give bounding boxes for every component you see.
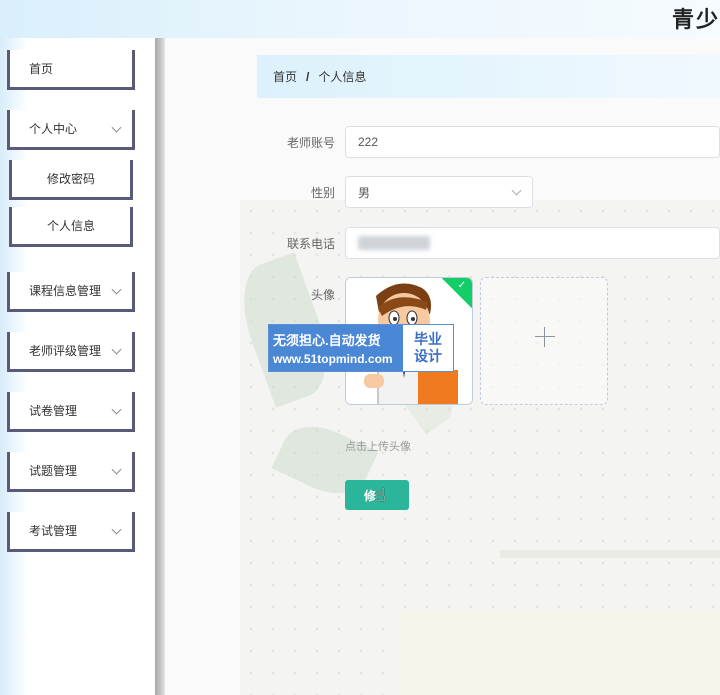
sidebar-item-course-management[interactable]: 课程信息管理 [7,272,135,312]
background-decoration [228,200,720,695]
chevron-down-icon [111,344,122,355]
chevron-down-icon [511,185,522,196]
watermark-badge-line1: 毕业 [414,331,442,347]
sidebar-item-label: 修改密码 [46,172,95,186]
phone-label: 联系电话 [286,237,335,251]
sidebar-subitem-personal-info[interactable]: 个人信息 [9,207,133,247]
chevron-down-icon [111,284,122,295]
account-field[interactable]: 222 [345,126,720,158]
account-label: 老师账号 [286,136,335,150]
breadcrumb-separator: / [306,69,310,84]
watermark: 无须担心.自动发货 www.51topmind.com 毕业 设计 [268,324,454,372]
watermark-line1: 无须担心.自动发货 [273,333,381,348]
sidebar-item-label: 首页 [29,62,54,76]
top-bar: 青少 [0,0,720,38]
upload-hint: 点击上传头像 [345,441,411,453]
table-decoration [400,610,720,695]
chevron-down-icon [111,122,122,133]
app-title: 青少 [671,7,720,32]
phone-field[interactable] [345,227,720,259]
sidebar-item-label: 个人中心 [29,122,78,136]
watermark-text: 无须担心.自动发货 www.51topmind.com [269,325,403,371]
sidebar-scrollbar[interactable] [155,38,165,695]
hand-cursor-icon: ☝ [375,485,386,505]
watermark-line2: www.51topmind.com [273,352,393,366]
sidebar-item-teacher-rating[interactable]: 老师评级管理 [7,332,135,372]
watermark-badge-line2: 设计 [414,348,442,364]
sidebar-item-label: 课程信息管理 [29,284,102,298]
phone-value-redacted [358,236,430,250]
gender-value: 男 [358,185,371,200]
sidebar: 首页 个人中心 修改密码 个人信息 课程信息管理 老师评级管理 试卷管理 试题管… [0,38,155,695]
sidebar-item-label: 个人信息 [46,219,95,233]
chevron-down-icon [111,524,122,535]
sidebar-item-home[interactable]: 首页 [7,50,135,90]
chevron-down-icon [111,404,122,415]
account-value: 222 [358,135,379,149]
watermark-badge: 毕业 设计 [403,325,453,371]
sidebar-item-exam-management[interactable]: 考试管理 [7,512,135,552]
sidebar-item-label: 试卷管理 [29,404,78,418]
plus-icon-vertical [544,327,545,347]
breadcrumb-current: 个人信息 [318,70,367,84]
sidebar-subitem-change-password[interactable]: 修改密码 [9,160,133,200]
breadcrumb: 首页 / 个人信息 [257,55,720,98]
plus-icon [535,336,555,337]
sidebar-item-label: 考试管理 [29,524,78,538]
sidebar-item-question-management[interactable]: 试题管理 [7,452,135,492]
avatar-label: 头像 [310,288,335,302]
gender-select[interactable]: 男 [345,176,533,208]
sidebar-item-personal-center[interactable]: 个人中心 [7,110,135,150]
chevron-down-icon [111,464,122,475]
sidebar-item-exam-paper[interactable]: 试卷管理 [7,392,135,432]
check-icon: ✓ [457,280,466,291]
breadcrumb-home[interactable]: 首页 [273,68,297,85]
sidebar-item-label: 老师评级管理 [29,344,102,358]
avatar-upload-button[interactable] [480,277,608,405]
shelf-decoration [500,550,720,558]
sidebar-item-label: 试题管理 [29,464,78,478]
gender-label: 性别 [310,186,335,200]
